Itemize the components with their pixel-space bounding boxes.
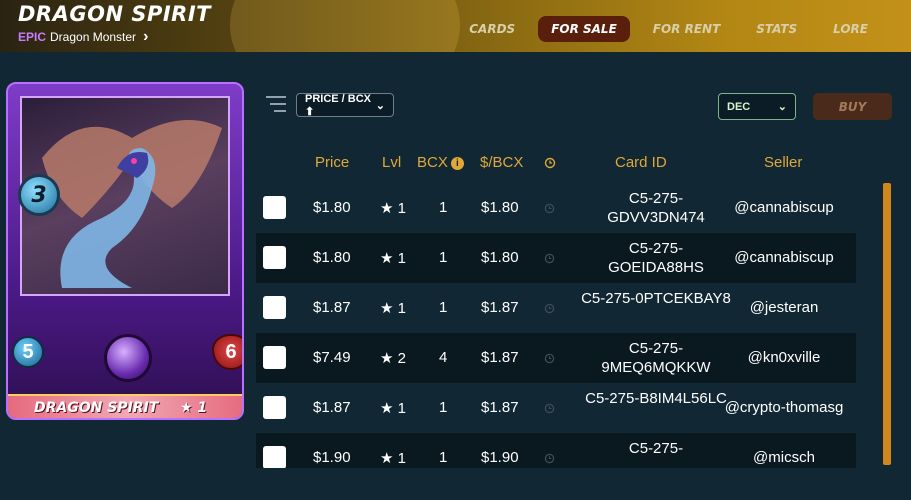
clock-icon xyxy=(544,301,555,318)
table-row[interactable]: $1.80 ★ 1 1 $1.80 C5-275-GDVV3DN474 @can… xyxy=(256,183,856,233)
table-row[interactable]: $1.87 ★ 1 1 $1.87 C5-275-0PTCEKBAY8 @jes… xyxy=(256,283,856,333)
row-level: ★ 1 xyxy=(380,200,406,217)
row-bcx: 1 xyxy=(439,249,448,266)
card-name: DRAGON SPIRIT xyxy=(34,400,159,416)
scrollbar[interactable] xyxy=(883,183,891,468)
sort-select[interactable]: PRICE / BCX ⬆ ⌄ xyxy=(296,92,394,118)
row-level: ★ 2 xyxy=(380,350,406,367)
row-bcx: 1 xyxy=(439,199,448,216)
table-row[interactable]: $7.49 ★ 2 4 $1.87 C5-275-9MEQ6MQKKW @kn0… xyxy=(256,333,856,383)
chevron-right-icon: › xyxy=(143,28,149,45)
row-bcx: 1 xyxy=(439,399,448,416)
row-price: $1.87 xyxy=(313,299,351,316)
column-bcx-label: BCX xyxy=(417,154,448,171)
row-card-id[interactable]: C5-275-B8IM4L56LC xyxy=(581,389,731,408)
clock-icon xyxy=(544,351,555,368)
summoner-gem-icon xyxy=(104,334,152,382)
row-usd-per-bcx: $1.87 xyxy=(481,299,519,316)
row-level: ★ 1 xyxy=(380,450,406,467)
row-checkbox[interactable] xyxy=(263,446,286,468)
row-checkbox[interactable] xyxy=(263,346,286,369)
row-seller[interactable]: @micsch xyxy=(711,449,856,466)
row-level: ★ 1 xyxy=(380,250,406,267)
row-card-id[interactable]: C5-275-GDVV3DN474 xyxy=(581,189,731,227)
row-usd-per-bcx: $1.87 xyxy=(481,399,519,416)
tab-stats[interactable]: STATS xyxy=(743,16,810,42)
scrollbar-thumb[interactable] xyxy=(883,183,891,465)
rarity-label: EPIC xyxy=(18,30,47,44)
row-checkbox[interactable] xyxy=(263,396,286,419)
chevron-down-icon: ⌄ xyxy=(777,101,787,113)
column-level[interactable]: Lvl xyxy=(382,154,401,171)
tab-lore[interactable]: LORE xyxy=(820,16,881,42)
page-header: DRAGON SPIRIT EPIC Dragon Monster › CARD… xyxy=(0,0,911,52)
nav-tabs: CARDS FOR SALE FOR RENT STATS LORE xyxy=(446,16,881,42)
card-level: ★ 1 xyxy=(180,400,208,416)
info-icon[interactable]: i xyxy=(450,157,464,170)
tab-for-rent[interactable]: FOR RENT xyxy=(640,16,733,42)
row-bcx: 1 xyxy=(439,449,448,466)
table-row[interactable]: $1.87 ★ 1 1 $1.87 C5-275-B8IM4L56LC @cry… xyxy=(256,383,856,433)
speed-stat: 5 xyxy=(12,336,44,368)
row-level: ★ 1 xyxy=(380,400,406,417)
sort-select-value: PRICE / BCX ⬆ xyxy=(305,92,372,118)
buy-button[interactable]: BUY xyxy=(813,93,892,120)
row-price: $1.90 xyxy=(313,449,351,466)
row-seller[interactable]: @cannabiscup xyxy=(711,249,856,266)
row-level: ★ 1 xyxy=(380,300,406,317)
column-card-id[interactable]: Card ID xyxy=(615,154,667,171)
row-checkbox[interactable] xyxy=(263,196,286,219)
row-card-id[interactable]: C5-275-9MEQ6MQKKW xyxy=(581,339,731,377)
clock-icon[interactable] xyxy=(544,156,556,173)
page-title: DRAGON SPIRIT xyxy=(18,2,211,26)
chevron-down-icon: ⌄ xyxy=(375,99,385,112)
row-usd-per-bcx: $1.80 xyxy=(481,249,519,266)
column-usd-per-bcx[interactable]: $/BCX xyxy=(480,154,523,171)
column-price[interactable]: Price xyxy=(315,154,349,171)
row-card-id[interactable]: C5-275- xyxy=(581,439,731,458)
row-checkbox[interactable] xyxy=(263,296,286,319)
card-type-link[interactable]: EPIC Dragon Monster › xyxy=(18,28,149,45)
row-seller[interactable]: @jesteran xyxy=(711,299,856,316)
filter-icon[interactable] xyxy=(266,94,290,114)
column-bcx[interactable]: BCX i xyxy=(417,154,464,171)
header-glow xyxy=(230,0,460,52)
currency-select-value: DEC xyxy=(727,100,751,113)
listing-table: $1.80 ★ 1 1 $1.80 C5-275-GDVV3DN474 @can… xyxy=(256,183,856,468)
row-seller[interactable]: @cannabiscup xyxy=(711,199,856,216)
row-checkbox[interactable] xyxy=(263,246,286,269)
table-row[interactable]: $1.80 ★ 1 1 $1.80 C5-275-GOEIDA88HS @can… xyxy=(256,233,856,283)
row-price: $1.80 xyxy=(313,249,351,266)
mana-cost: 3 xyxy=(18,174,60,216)
row-price: $1.80 xyxy=(313,199,351,216)
row-card-id[interactable]: C5-275-GOEIDA88HS xyxy=(581,239,731,277)
row-card-id[interactable]: C5-275-0PTCEKBAY8 xyxy=(581,289,731,308)
tab-cards[interactable]: CARDS xyxy=(456,16,528,42)
card-artwork: 3 5 6 DRAGON SPIRIT ★ 1 xyxy=(6,82,244,420)
row-seller[interactable]: @kn0xville xyxy=(711,349,856,366)
row-usd-per-bcx: $1.90 xyxy=(481,449,519,466)
clock-icon xyxy=(544,401,555,418)
row-price: $1.87 xyxy=(313,399,351,416)
health-stat: 6 xyxy=(212,334,242,370)
tab-for-sale[interactable]: FOR SALE xyxy=(538,16,630,42)
currency-select[interactable]: DEC ⌄ xyxy=(718,93,796,120)
row-bcx: 1 xyxy=(439,299,448,316)
clock-icon xyxy=(544,201,555,218)
row-bcx: 4 xyxy=(439,349,448,366)
column-seller[interactable]: Seller xyxy=(764,154,802,171)
card-type-label: Dragon Monster xyxy=(50,30,137,44)
row-usd-per-bcx: $1.80 xyxy=(481,199,519,216)
clock-icon xyxy=(544,251,555,268)
row-price: $7.49 xyxy=(313,349,351,366)
clock-icon xyxy=(544,451,555,468)
table-row[interactable]: $1.90 ★ 1 1 $1.90 C5-275- @micsch xyxy=(256,433,856,468)
row-seller[interactable]: @crypto-thomasg xyxy=(711,399,856,416)
row-usd-per-bcx: $1.87 xyxy=(481,349,519,366)
table-header: Price Lvl BCX i $/BCX Card ID Seller xyxy=(256,150,856,176)
